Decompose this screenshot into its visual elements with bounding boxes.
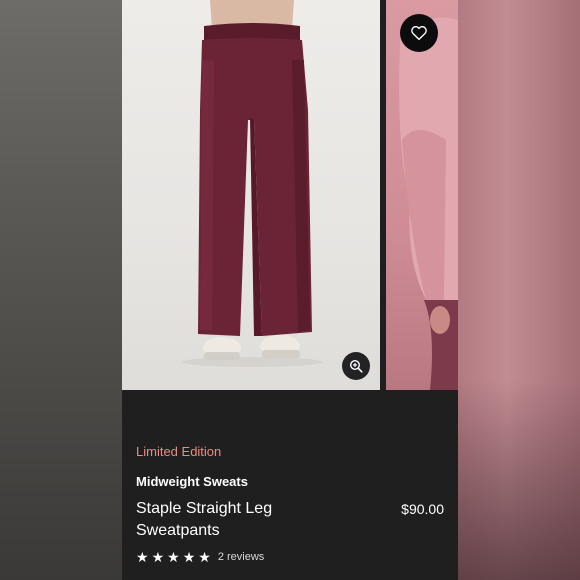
reviews-count[interactable]: 2 reviews (218, 551, 264, 563)
image-gallery[interactable] (122, 0, 458, 390)
limited-edition-badge: Limited Edition (136, 444, 222, 459)
product-image-secondary[interactable] (386, 0, 458, 390)
background-blur-right (458, 0, 580, 580)
collection-name[interactable]: Midweight Sweats (136, 474, 248, 489)
star-icon: ★ (182, 549, 196, 565)
product-card: Limited Edition Midweight Sweats Staple … (122, 0, 458, 580)
product-info: Limited Edition Midweight Sweats Staple … (122, 390, 458, 580)
sweatpants-photo (182, 0, 322, 367)
rating[interactable]: ★ ★ ★ ★ ★ 2 reviews (136, 550, 264, 564)
pink-hoodie-photo (399, 17, 458, 390)
star-icon: ★ (198, 549, 211, 565)
product-price: $90.00 (401, 501, 444, 517)
star-icon: ★ (151, 549, 165, 565)
product-title[interactable]: Staple Straight Leg Sweatpants (136, 498, 336, 542)
product-image-main[interactable] (122, 0, 380, 390)
zoom-in-icon (349, 359, 363, 373)
zoom-button[interactable] (342, 352, 370, 380)
star-icon: ★ (136, 549, 149, 565)
heart-icon (411, 25, 427, 41)
star-icon: ★ (167, 549, 180, 565)
background-blur-left (0, 0, 122, 580)
wishlist-button[interactable] (400, 14, 438, 52)
